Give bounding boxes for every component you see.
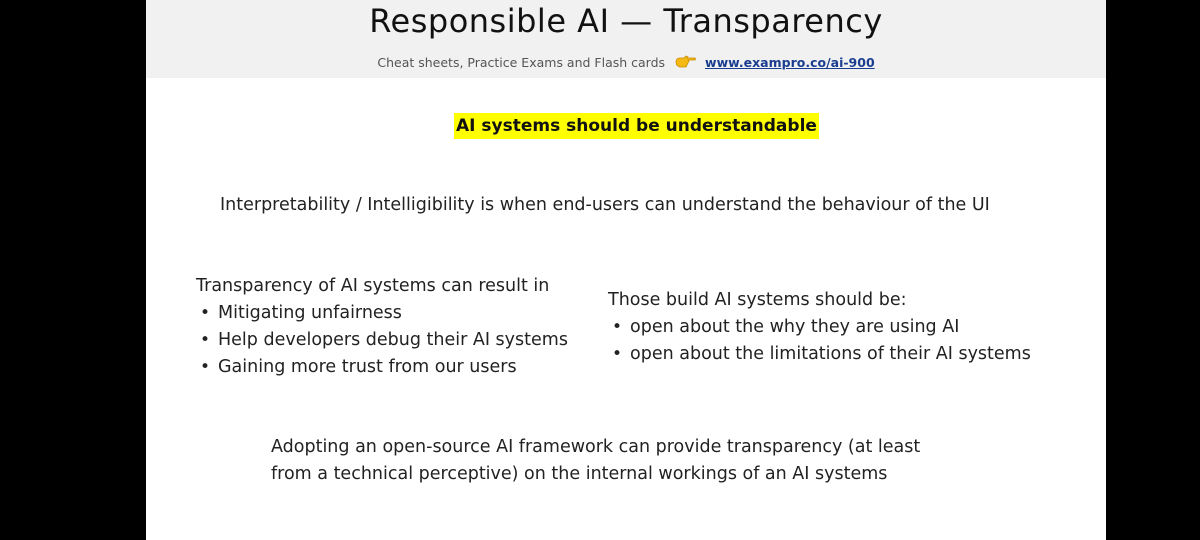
subtitle-text: Cheat sheets, Practice Exams and Flash c… <box>377 55 666 70</box>
list-item: • open about the limitations of their AI … <box>612 344 1031 364</box>
list-item: • Mitigating unfairness <box>200 303 402 323</box>
list-item: • Gaining more trust from our users <box>200 357 517 377</box>
definition-text: Interpretability / Intelligibility is wh… <box>220 195 990 215</box>
builders-block: Those build AI systems should be: • open … <box>608 287 1031 368</box>
benefits-heading: Transparency of AI systems can result in <box>196 276 550 296</box>
slide-header: Responsible AI — Transparency Cheat shee… <box>146 0 1106 78</box>
builders-list: • open about the why they are using AI • o… <box>608 314 1031 368</box>
builders-heading: Those build AI systems should be: <box>608 290 907 310</box>
list-item: • Help developers debug their AI systems <box>200 330 568 350</box>
closing-line-2: from a technical perceptive) on the inte… <box>271 464 888 484</box>
highlighted-statement: AI systems should be understandable <box>454 113 819 139</box>
slide-title: Responsible AI — Transparency <box>369 2 883 40</box>
closing-line-1: Adopting an open-source AI framework can… <box>271 437 921 457</box>
pointing-hand-icon <box>675 55 697 72</box>
exampro-link[interactable]: www.exampro.co/ai-900 <box>705 55 875 70</box>
list-item: • open about the why they are using AI <box>612 317 960 337</box>
closing-paragraph: Adopting an open-source AI framework can… <box>271 434 991 488</box>
slide: Responsible AI — Transparency Cheat shee… <box>146 0 1106 540</box>
benefits-block: Transparency of AI systems can result in… <box>196 273 568 381</box>
benefits-list: • Mitigating unfairness • Help developers … <box>196 300 568 381</box>
subtitle-row: Cheat sheets, Practice Exams and Flash c… <box>146 55 1106 72</box>
